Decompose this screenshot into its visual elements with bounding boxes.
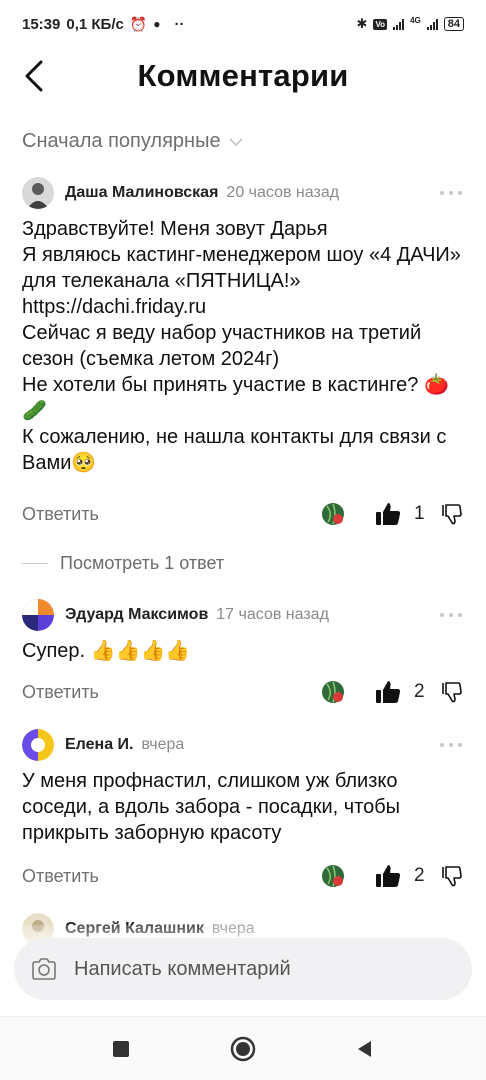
recent-apps-button[interactable] bbox=[101, 1029, 141, 1069]
like-count: 1 bbox=[414, 503, 425, 524]
back-button[interactable] bbox=[14, 56, 54, 96]
comment-actions: Ответить 1 bbox=[22, 496, 464, 532]
circle-icon bbox=[230, 1036, 256, 1061]
comment-text: У меня профнастил, слишком уж близко сос… bbox=[22, 770, 401, 844]
volte-icon: Vo bbox=[373, 18, 388, 30]
avatar[interactable] bbox=[22, 177, 54, 209]
comment-input[interactable]: Написать комментарий bbox=[14, 938, 472, 1000]
comment-item: Эдуард Максимов 17 часов назад Супер. 👍👍… bbox=[22, 598, 464, 664]
system-back-button[interactable] bbox=[345, 1029, 385, 1069]
like-button[interactable] bbox=[374, 678, 402, 706]
page-title: Комментарии bbox=[137, 58, 349, 93]
watermelon-reaction-icon[interactable] bbox=[320, 501, 346, 527]
comment-author[interactable]: Даша Малиновская bbox=[65, 184, 218, 202]
home-button[interactable] bbox=[223, 1029, 263, 1069]
comment-input-placeholder: Написать комментарий bbox=[74, 957, 291, 980]
comment-author[interactable]: Елена И. bbox=[65, 736, 133, 754]
sort-label: Сначала популярные bbox=[22, 130, 221, 152]
comment-text: Здравствуйте! Меня зовут Дарья Я являюсь… bbox=[22, 218, 461, 474]
bluetooth-icon: ✱ bbox=[356, 16, 368, 31]
like-count: 2 bbox=[414, 865, 425, 886]
signal-2-icon bbox=[426, 18, 438, 30]
avatar[interactable] bbox=[22, 599, 54, 631]
clock: 15:39 bbox=[22, 15, 61, 33]
comment-author[interactable]: Эдуард Максимов bbox=[65, 606, 208, 624]
watermelon-reaction-icon[interactable] bbox=[320, 863, 346, 889]
view-replies-link[interactable]: Посмотреть 1 ответ bbox=[22, 548, 224, 578]
reply-button[interactable]: Ответить bbox=[22, 682, 99, 703]
network-speed: 0,1 КБ/с bbox=[66, 15, 124, 33]
alarm-icon: ⏰ bbox=[129, 15, 148, 32]
comment-time: 17 часов назад bbox=[216, 606, 329, 623]
comment-actions: Ответить 2 bbox=[22, 858, 464, 894]
avatar[interactable] bbox=[22, 729, 54, 761]
comment-text: Супер. 👍👍👍👍 bbox=[22, 640, 191, 662]
app-header: Комментарии bbox=[0, 48, 486, 104]
system-nav-bar bbox=[0, 1016, 486, 1080]
reply-button[interactable]: Ответить bbox=[22, 866, 99, 887]
chat-notification-icon: ● bbox=[153, 17, 161, 31]
comment-time: вчера bbox=[141, 736, 185, 753]
more-options-button[interactable] bbox=[438, 605, 464, 625]
dislike-button[interactable] bbox=[440, 680, 464, 704]
network-type: 4G bbox=[410, 16, 421, 25]
dislike-button[interactable] bbox=[440, 864, 464, 888]
chevron-left-icon bbox=[25, 60, 43, 92]
comment-item: Даша Малиновская 20 часов назад Здравств… bbox=[22, 176, 464, 494]
comment-actions: Ответить 2 bbox=[22, 674, 464, 710]
like-button[interactable] bbox=[374, 862, 402, 890]
view-replies-label: Посмотреть 1 ответ bbox=[60, 552, 225, 573]
triangle-back-icon bbox=[358, 1040, 371, 1057]
signal-icon bbox=[393, 18, 405, 30]
thread-line bbox=[22, 562, 48, 564]
status-bar: 15:39 0,1 КБ/с ⏰ ● ·· ✱ Vo 4G 84 bbox=[0, 0, 486, 48]
camera-icon[interactable] bbox=[30, 955, 58, 983]
comment-time: 20 часов назад bbox=[226, 184, 340, 201]
dislike-button[interactable] bbox=[440, 502, 464, 526]
sort-dropdown[interactable]: Сначала популярные bbox=[22, 130, 243, 153]
more-options-button[interactable] bbox=[438, 735, 464, 755]
battery-icon: 84 bbox=[443, 17, 464, 31]
like-count: 2 bbox=[414, 681, 425, 702]
chevron-down-icon bbox=[229, 137, 243, 146]
reply-button[interactable]: Ответить bbox=[22, 504, 99, 525]
more-notifications-icon: ·· bbox=[174, 15, 185, 33]
watermelon-reaction-icon[interactable] bbox=[320, 679, 346, 705]
like-button[interactable] bbox=[374, 500, 402, 528]
more-options-button[interactable] bbox=[438, 183, 464, 203]
comment-item: Елена И. вчера У меня профнастил, слишко… bbox=[22, 728, 464, 846]
square-icon bbox=[113, 1040, 129, 1057]
